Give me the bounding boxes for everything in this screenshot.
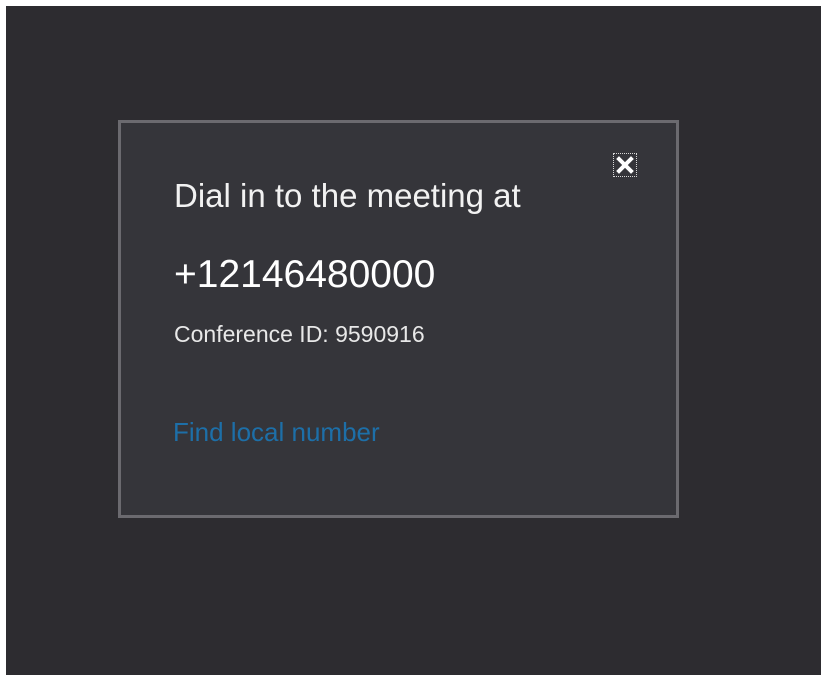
close-icon <box>616 156 634 174</box>
phone-number: +12146480000 <box>174 253 436 296</box>
close-button[interactable] <box>613 153 637 177</box>
dial-in-dialog: Dial in to the meeting at +12146480000 C… <box>118 120 679 518</box>
dialog-title: Dial in to the meeting at <box>174 177 521 214</box>
app-window: Dial in to the meeting at +12146480000 C… <box>6 6 821 675</box>
conference-id: Conference ID: 9590916 <box>174 321 425 347</box>
find-local-number-link[interactable]: Find local number <box>173 417 380 448</box>
